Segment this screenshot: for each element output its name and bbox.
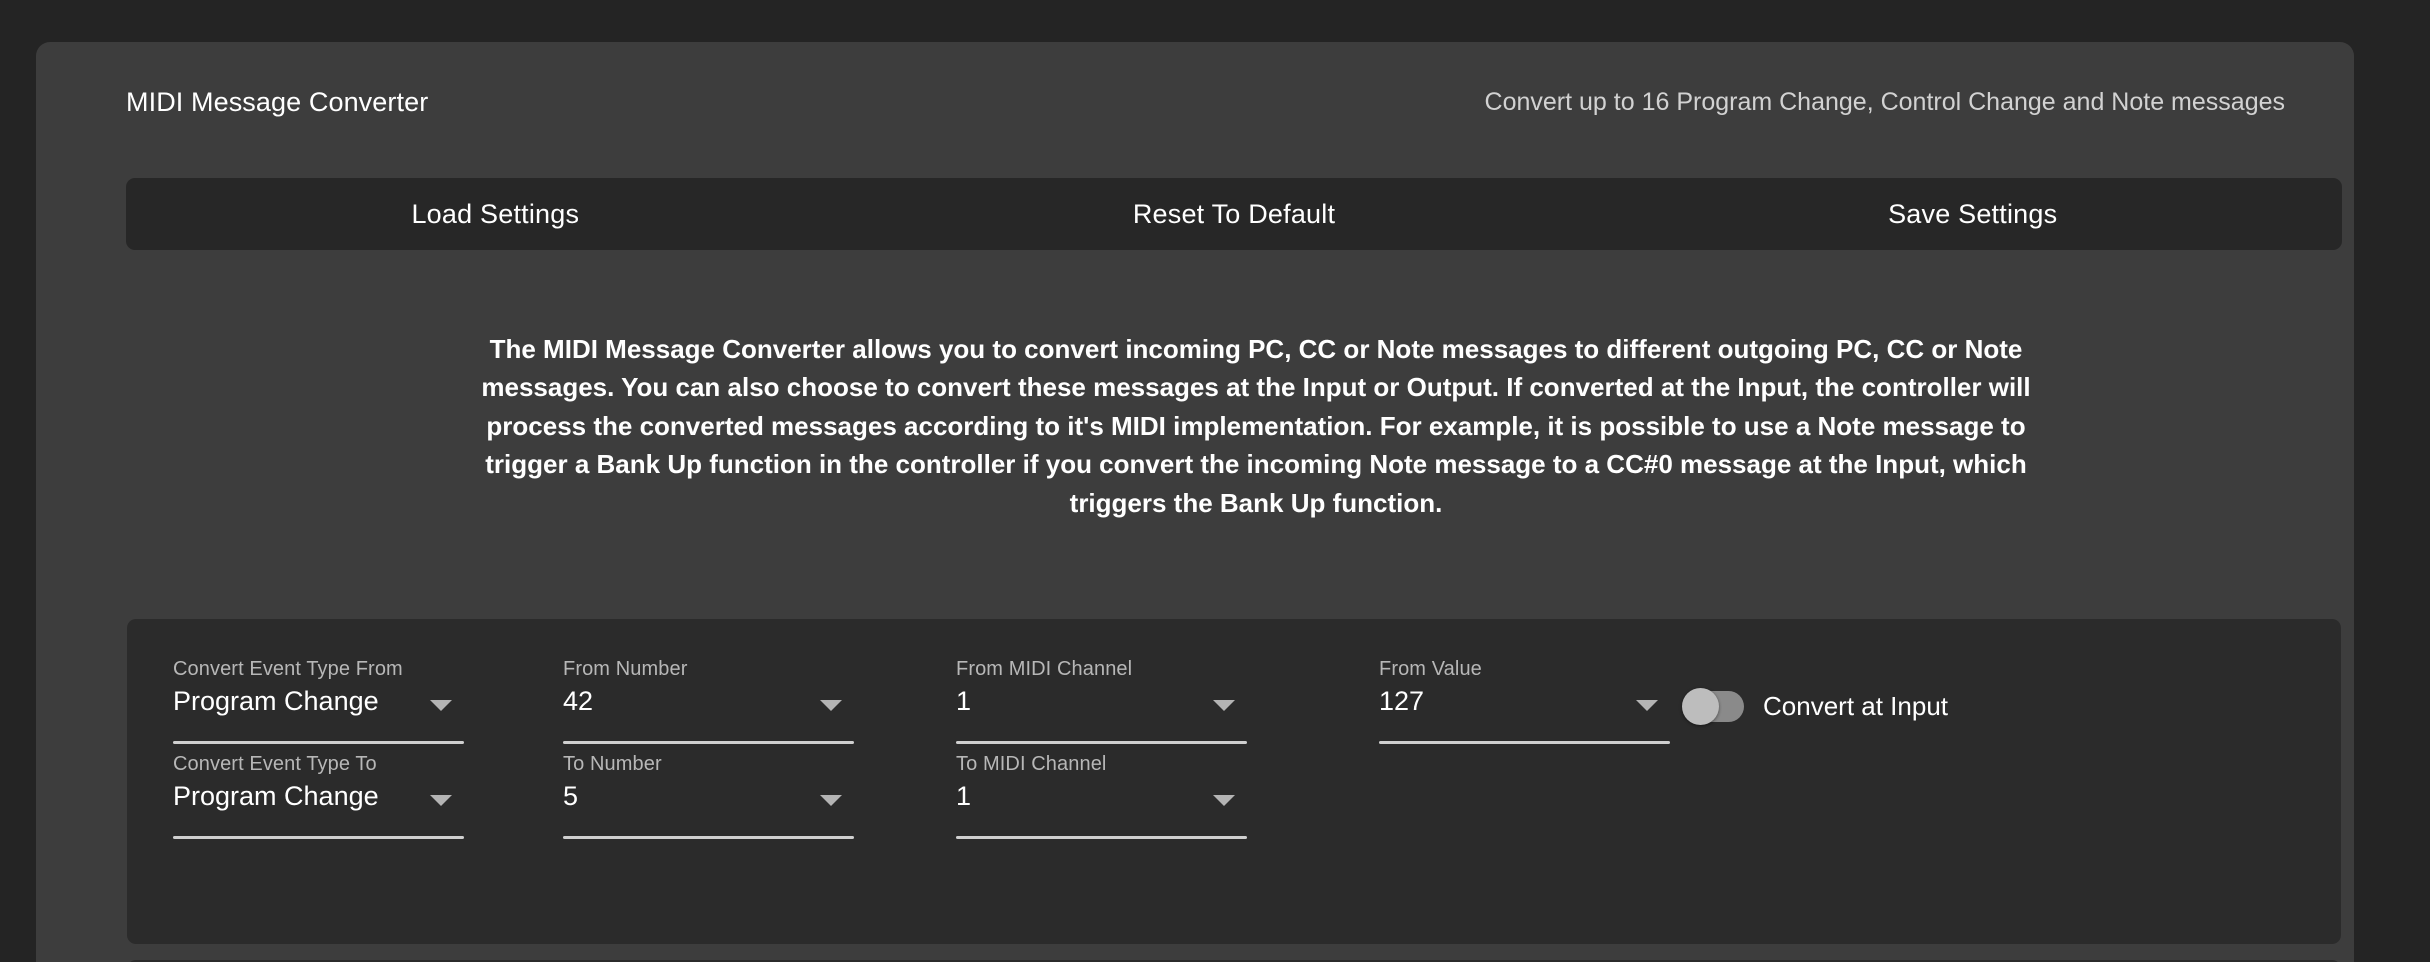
convert-at-input-toggle[interactable] — [1682, 688, 1744, 725]
convert-event-type-to-label: Convert Event Type To — [173, 753, 377, 775]
main-panel: MIDI Message Converter Convert up to 16 … — [36, 42, 2354, 962]
convert-event-type-from-value: Program Change — [173, 686, 379, 716]
field-underline — [173, 741, 464, 744]
toggle-thumb — [1682, 688, 1719, 725]
convert-at-input-group[interactable]: Convert at Input — [1682, 688, 1948, 725]
convert-event-type-from-label: Convert Event Type From — [173, 658, 403, 680]
convert-event-type-to-value: Program Change — [173, 781, 379, 811]
from-value-label: From Value — [1379, 658, 1482, 680]
convert-at-input-label: Convert at Input — [1763, 691, 1948, 721]
field-underline — [563, 741, 854, 744]
header: MIDI Message Converter Convert up to 16 … — [91, 80, 2301, 130]
chevron-down-icon[interactable] — [430, 795, 452, 806]
from-number-value: 42 — [563, 686, 594, 716]
description-text: The MIDI Message Converter allows you to… — [481, 334, 2031, 518]
from-value-field[interactable]: From Value 127 — [1379, 658, 1670, 750]
field-underline — [563, 836, 854, 839]
chevron-down-icon[interactable] — [1213, 795, 1235, 806]
chevron-down-icon[interactable] — [820, 700, 842, 711]
field-underline — [956, 836, 1247, 839]
convert-event-type-to-field[interactable]: Convert Event Type To Program Change — [173, 753, 464, 845]
field-underline — [1379, 741, 1670, 744]
field-underline — [956, 741, 1247, 744]
converter-card: Convert Event Type From Program Change F… — [127, 619, 2341, 944]
page-title: MIDI Message Converter — [126, 87, 429, 117]
reset-to-default-button[interactable]: Reset To Default — [865, 178, 1604, 250]
from-value-value: 127 — [1379, 686, 1425, 716]
load-settings-button[interactable]: Load Settings — [126, 178, 865, 250]
app-root: MIDI Message Converter Convert up to 16 … — [0, 0, 2430, 962]
chevron-down-icon[interactable] — [1213, 700, 1235, 711]
from-midi-channel-label: From MIDI Channel — [956, 658, 1133, 680]
field-underline — [173, 836, 464, 839]
settings-toolbar: Load Settings Reset To Default Save Sett… — [126, 178, 2342, 250]
from-number-label: From Number — [563, 658, 688, 680]
to-number-field[interactable]: To Number 5 — [563, 753, 854, 845]
chevron-down-icon[interactable] — [430, 700, 452, 711]
chevron-down-icon[interactable] — [820, 795, 842, 806]
from-number-field[interactable]: From Number 42 — [563, 658, 854, 750]
to-midi-channel-label: To MIDI Channel — [956, 753, 1107, 775]
save-settings-button[interactable]: Save Settings — [1603, 178, 2342, 250]
from-midi-channel-value: 1 — [956, 686, 972, 716]
from-midi-channel-field[interactable]: From MIDI Channel 1 — [956, 658, 1247, 750]
page-subtitle: Convert up to 16 Program Change, Control… — [1484, 88, 2285, 116]
to-midi-channel-field[interactable]: To MIDI Channel 1 — [956, 753, 1247, 845]
chevron-down-icon[interactable] — [1636, 700, 1658, 711]
convert-event-type-from-field[interactable]: Convert Event Type From Program Change — [173, 658, 464, 750]
to-number-value: 5 — [563, 781, 579, 811]
to-midi-channel-value: 1 — [956, 781, 972, 811]
to-number-label: To Number — [563, 753, 662, 775]
